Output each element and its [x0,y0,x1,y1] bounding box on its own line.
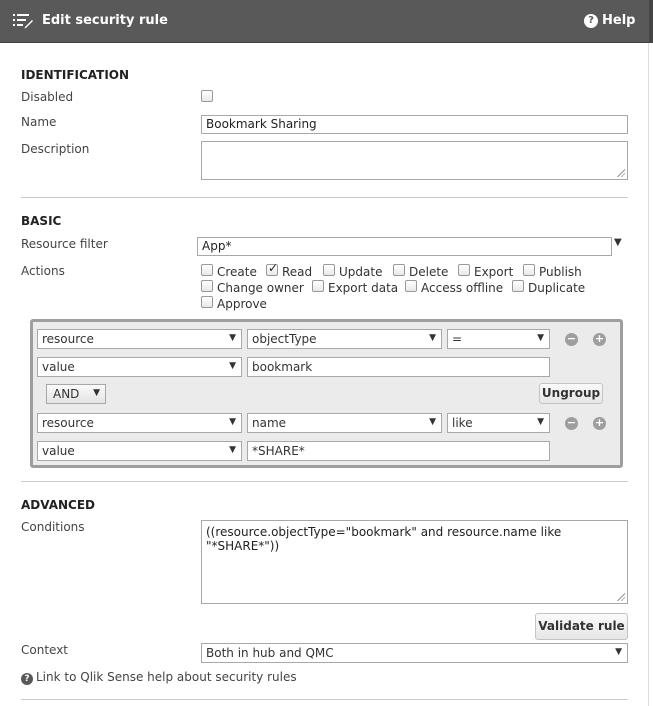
group2-operator-select[interactable]: like ▼ [447,413,550,433]
conditions-label: Conditions [21,520,85,534]
chevron-down-icon: ▼ [229,333,236,343]
group2-property-select[interactable]: name ▼ [247,413,442,433]
chevron-down-icon: ▼ [429,333,436,343]
group2-property-value: name [252,416,287,430]
help-link[interactable]: ? Link to Qlik Sense help about security … [21,670,297,685]
disabled-label: Disabled [21,90,74,104]
group1-property-value: objectType [252,332,317,346]
action-approve-label: Approve [217,297,267,311]
group1-field-value: resource [42,332,94,346]
basic-title: BASIC [21,214,62,228]
add-condition-icon[interactable]: + [593,417,606,430]
chevron-down-icon: ▼ [537,333,544,343]
action-access-offline-label: Access offline [421,281,504,295]
context-label: Context [21,643,69,657]
resize-grip[interactable] [617,593,625,601]
group1-value-type-select[interactable]: value ▼ [37,357,242,377]
resource-filter-label: Resource filter [21,237,108,251]
question-icon: ? [584,14,598,28]
group1-operator-select[interactable]: = ▼ [447,329,550,349]
join-operator-value: AND [53,387,80,401]
help-button[interactable]: ? Help [584,13,635,28]
action-change-owner-label: Change owner [217,281,304,295]
remove-condition-icon[interactable]: − [565,417,578,430]
window-edge [649,0,653,43]
remove-condition-icon[interactable]: − [565,333,578,346]
help-label: Help [602,13,636,28]
header-bar: Edit security rule ? Help [0,0,653,43]
rule-form: IDENTIFICATION Disabled Name Bookmark Sh… [0,43,649,706]
divider [21,481,628,482]
action-delete-checkbox[interactable] [393,264,405,276]
name-input[interactable]: Bookmark Sharing [201,115,628,134]
edit-list-icon [13,14,33,29]
context-select[interactable]: Both in hub and QMC ▼ [201,643,628,663]
action-change-owner-checkbox[interactable] [201,280,213,292]
actions-label: Actions [21,264,65,278]
action-duplicate-checkbox[interactable] [512,280,524,292]
action-read-checkbox[interactable] [266,261,278,276]
action-export-checkbox[interactable] [458,264,470,276]
divider [21,197,628,198]
conditions-textarea[interactable]: ((resource.objectType="bookmark" and res… [201,520,628,604]
action-export-data-label: Export data [328,281,399,295]
action-access-offline-checkbox[interactable] [405,280,417,292]
resource-filter-dropdown-icon[interactable]: ▼ [614,237,622,248]
add-condition-icon[interactable]: + [593,333,606,346]
group2-operator-value: like [452,416,473,430]
page-title: Edit security rule [42,13,168,28]
group1-property-select[interactable]: objectType ▼ [247,329,442,349]
chevron-down-icon: ▼ [229,361,236,371]
chevron-down-icon: ▼ [229,445,236,455]
action-update-label: Update [339,265,383,279]
description-label: Description [21,142,90,156]
group1-value-input[interactable]: bookmark [247,357,550,377]
action-create-checkbox[interactable] [201,264,213,276]
action-duplicate-label: Duplicate [528,281,586,295]
divider [21,699,628,700]
advanced-title: ADVANCED [21,498,96,512]
action-delete-label: Delete [409,265,449,279]
action-update-checkbox[interactable] [323,264,335,276]
question-icon: ? [21,673,33,685]
resize-grip[interactable] [617,169,625,177]
action-create-label: Create [217,265,257,279]
identification-title: IDENTIFICATION [21,68,130,82]
action-publish-checkbox[interactable] [523,264,535,276]
chevron-down-icon: ▼ [93,388,100,398]
group2-value-type-select[interactable]: value ▼ [37,441,242,461]
validate-rule-button[interactable]: Validate rule [535,613,628,640]
description-input[interactable] [201,141,628,180]
action-publish-label: Publish [539,265,582,279]
chevron-down-icon: ▼ [615,647,622,657]
rule-builder: resource ▼ objectType ▼ = ▼ − + value ▼ book… [30,319,623,468]
group1-field-select[interactable]: resource ▼ [37,329,242,349]
join-operator-select[interactable]: AND ▼ [46,384,106,404]
group1-operator-value: = [452,332,463,346]
action-approve-checkbox[interactable] [201,296,213,308]
group2-value-type: value [42,444,75,458]
action-export-label: Export [474,265,514,279]
chevron-down-icon: ▼ [229,417,236,427]
chevron-down-icon: ▼ [537,417,544,427]
group2-field-value: resource [42,416,94,430]
ungroup-button[interactable]: Ungroup [539,383,603,404]
chevron-down-icon: ▼ [429,417,436,427]
name-label: Name [21,115,57,129]
action-export-data-checkbox[interactable] [312,280,324,292]
group2-field-select[interactable]: resource ▼ [37,413,242,433]
resource-filter-input[interactable]: App* [197,237,612,256]
help-link-text: Link to Qlik Sense help about security r… [36,670,297,684]
disabled-checkbox[interactable] [201,90,213,102]
group2-value-input[interactable]: *SHARE* [247,441,550,461]
group1-value-type: value [42,360,75,374]
action-read-label: Read [282,265,313,279]
context-value: Both in hub and QMC [206,646,334,660]
